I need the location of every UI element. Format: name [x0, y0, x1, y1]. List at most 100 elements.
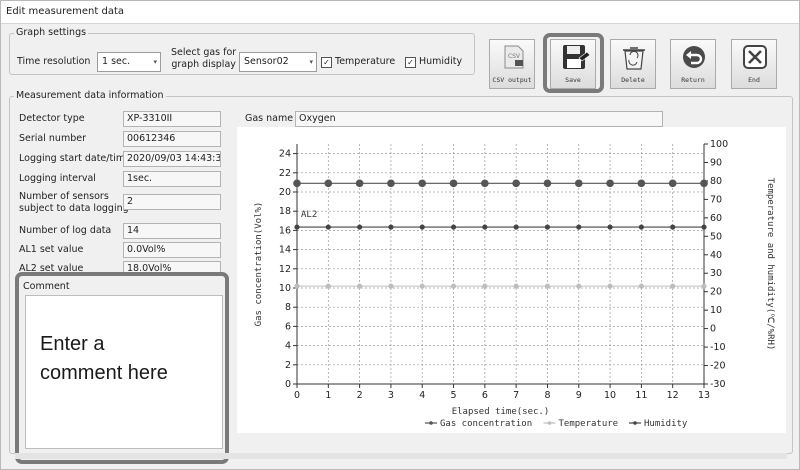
- data-point: [574, 179, 583, 188]
- csv-output-button[interactable]: CSV CSV output: [489, 39, 535, 89]
- data-point: [606, 179, 614, 188]
- detector-type-label: Detector type: [19, 113, 85, 124]
- return-button[interactable]: Return: [670, 39, 716, 89]
- data-point: [482, 283, 488, 289]
- select-gas-label: Select gas for graph display: [171, 47, 236, 71]
- temperature-checkbox[interactable]: ✓ Temperature: [321, 56, 395, 68]
- gas-select[interactable]: Sensor02 ▾: [239, 52, 317, 72]
- checkmark-icon: ✓: [405, 57, 416, 68]
- humidity-checkbox[interactable]: ✓ Humidity: [405, 56, 462, 68]
- data-point: [324, 179, 333, 188]
- al1-set-value-label: AL1 set value: [19, 244, 84, 255]
- delete-label: Delete: [621, 76, 645, 84]
- data-point: [419, 283, 425, 289]
- logging-interval-field: 1sec.: [123, 171, 221, 187]
- y2-tick-label: -20: [710, 361, 726, 372]
- data-point: [294, 224, 300, 230]
- x-tick-label: 6: [482, 390, 488, 401]
- data-point: [481, 179, 489, 188]
- data-point: [419, 224, 425, 230]
- y2-tick-label: 0: [710, 324, 716, 335]
- y-tick-label: 18: [279, 206, 291, 217]
- data-point: [482, 224, 488, 230]
- chevron-down-icon: ▾: [309, 58, 313, 66]
- data-point: [638, 283, 644, 289]
- x-tick-label: 7: [513, 390, 519, 401]
- edit-measurement-window: Edit measurement data Graph settings Tim…: [0, 0, 800, 470]
- return-arrow-icon: [683, 46, 705, 68]
- y-tick-label: 14: [279, 245, 291, 256]
- data-point: [513, 224, 519, 230]
- data-point: [357, 224, 363, 230]
- data-point: [638, 224, 644, 230]
- y2-tick-label: 80: [710, 176, 722, 187]
- data-point: [355, 179, 364, 188]
- data-point: [701, 283, 707, 289]
- y-tick-label: 20: [279, 187, 291, 198]
- y2-tick-label: 10: [710, 305, 722, 316]
- x-tick-label: 11: [635, 390, 647, 401]
- y-tick-label: 0: [285, 379, 291, 390]
- num-sensors-label: Number of sensors subject to data loggin…: [19, 191, 129, 215]
- time-resolution-value: 1 sec.: [102, 56, 131, 67]
- data-point: [637, 179, 646, 188]
- x-tick-label: 1: [325, 390, 331, 401]
- detector-type-field: XP-3310II: [123, 111, 221, 127]
- y2-tick-label: 40: [710, 250, 722, 261]
- num-sensors-label-line1: Number of sensors: [19, 191, 109, 202]
- logging-interval-label: Logging interval: [19, 173, 96, 184]
- data-point: [576, 224, 582, 230]
- data-point: [418, 179, 427, 188]
- time-resolution-select[interactable]: 1 sec. ▾: [97, 52, 161, 72]
- x-tick-label: 13: [698, 390, 710, 401]
- y-axis-title: Gas concentration(Vol%): [254, 202, 264, 327]
- x-tick-label: 0: [294, 390, 300, 401]
- alarm-line-label: AL2: [301, 210, 317, 220]
- legend-label: Humidity: [644, 419, 688, 429]
- delete-button[interactable]: Delete: [610, 39, 656, 89]
- y-tick-label: 10: [279, 283, 291, 294]
- gas-name-field: Oxygen: [295, 111, 663, 127]
- y2-tick-label: 20: [710, 287, 722, 298]
- title-bar: Edit measurement data: [1, 1, 799, 24]
- y-tick-label: 12: [279, 264, 291, 275]
- data-point: [512, 179, 520, 188]
- data-point: [668, 179, 677, 188]
- legend-marker: [547, 421, 552, 425]
- horizontal-scrollbar[interactable]: [15, 453, 787, 459]
- gas-select-value: Sensor02: [244, 56, 289, 67]
- x-tick-label: 12: [667, 390, 679, 401]
- data-point: [670, 283, 676, 289]
- y2-axis-title: Temperature and humidity(℃/%RH): [765, 178, 775, 351]
- trash-icon: [623, 47, 645, 70]
- data-point: [293, 179, 301, 188]
- gas-name-label: Gas name: [245, 113, 294, 124]
- data-point: [576, 283, 582, 289]
- data-point: [357, 283, 363, 289]
- y2-tick-label: 60: [710, 213, 722, 224]
- window-title: Edit measurement data: [6, 6, 125, 17]
- num-log-data-field: 14: [123, 223, 221, 239]
- y-tick-label: 2: [285, 360, 291, 371]
- data-point: [450, 283, 457, 289]
- end-button[interactable]: End: [731, 39, 777, 89]
- num-log-data-label: Number of log data: [19, 225, 112, 236]
- legend-marker: [429, 421, 433, 425]
- data-point: [701, 224, 707, 230]
- y2-tick-label: 90: [710, 157, 722, 168]
- save-highlight-frame: [543, 33, 604, 93]
- data-point: [607, 224, 613, 230]
- return-label: Return: [681, 76, 705, 84]
- y-tick-label: 22: [279, 168, 291, 179]
- measurement-chart: 0 1 2 3 4 5 6 7 8 9 10 11 12 13024681012141618202224-…: [254, 139, 775, 429]
- select-gas-label-line1: Select gas for: [171, 47, 237, 58]
- legend-label: Temperature: [559, 419, 619, 429]
- data-point: [388, 224, 394, 230]
- data-point: [450, 224, 457, 230]
- measurement-info-legend: Measurement data information: [14, 90, 166, 101]
- x-axis-title: Elapsed time(sec.): [452, 407, 550, 417]
- serial-number-field: 00612346: [123, 131, 221, 147]
- x-tick-label: 3: [388, 390, 394, 401]
- y2-tick-label: 30: [710, 268, 722, 279]
- data-point: [700, 179, 708, 188]
